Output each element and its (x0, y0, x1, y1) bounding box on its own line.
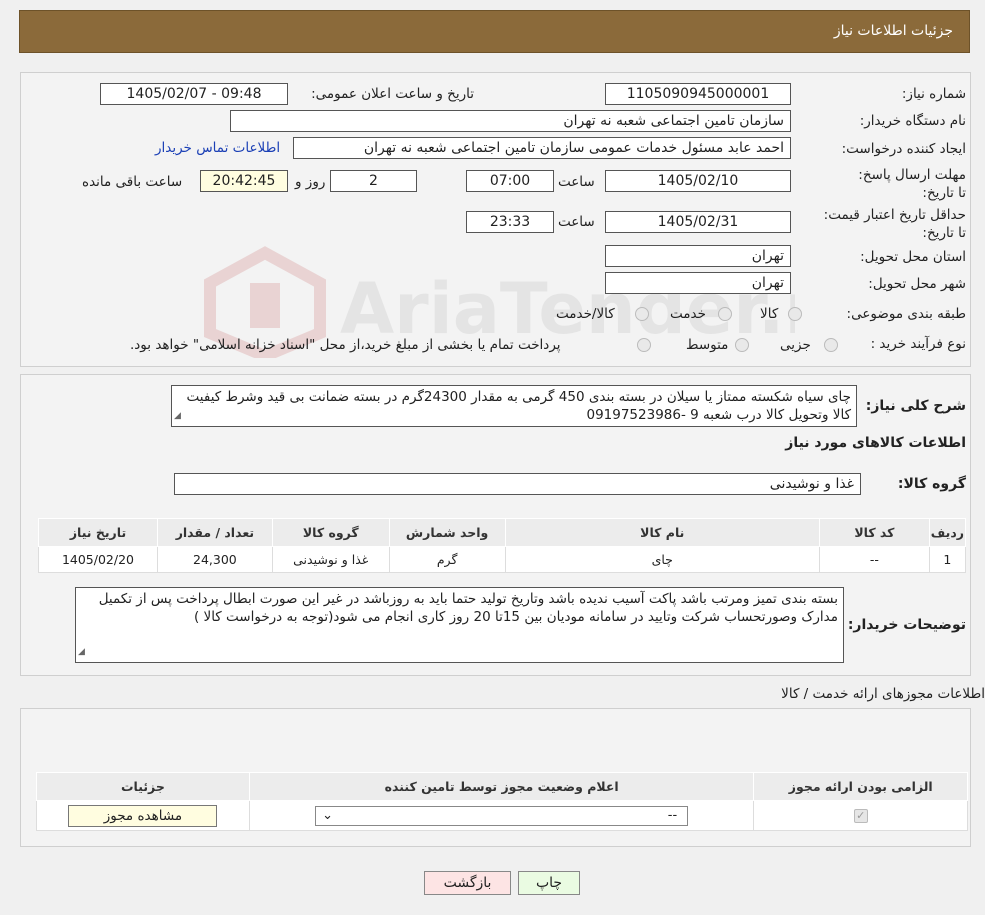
reply-days-label: روز و (295, 174, 326, 190)
cell-permit-details: مشاهده مجوز (36, 800, 250, 831)
description-textarea[interactable]: چای سیاه شکسته ممتاز یا سیلان در بسته بن… (171, 385, 857, 427)
cell-group: غذا و نوشیدنی (271, 546, 390, 573)
city-field: تهران (605, 272, 791, 294)
col-row: ردیف (928, 518, 967, 547)
goods-group-field: غذا و نوشیدنی (174, 473, 861, 495)
city-label: شهر محل تحویل: (868, 276, 966, 292)
buyer-org-label: نام دستگاه خریدار: (859, 113, 966, 129)
province-label: استان محل تحویل: (860, 249, 966, 265)
price-validity-date: 1405/02/31 (605, 211, 791, 233)
page-header: جزئیات اطلاعات نیاز (19, 10, 970, 53)
resize-grip-icon[interactable]: ◢ (78, 643, 85, 661)
reply-deadline-time: 07:00 (466, 170, 554, 192)
purchase-minor-label: جزیی (780, 337, 811, 353)
goods-group-label: گروه کالا: (897, 476, 966, 492)
announce-label: تاریخ و ساعت اعلان عمومی: (311, 86, 474, 102)
cell-row: 1 (928, 546, 967, 573)
need-number-field: 1105090945000001 (605, 83, 791, 105)
col-permit-details: جزئیات (36, 772, 250, 801)
description-text: چای سیاه شکسته ممتاز یا سیلان در بسته بن… (186, 389, 851, 423)
purchase-treasury-radio[interactable] (637, 338, 651, 352)
goods-table: ردیف کد کالا نام کالا واحد شمارش گروه کا… (38, 518, 967, 573)
goods-section-title: اطلاعات کالاهای مورد نیاز (785, 435, 966, 451)
reply-deadline-label: مهلت ارسال پاسخ: تا تاریخ: (858, 167, 966, 201)
goods-table-header: ردیف کد کالا نام کالا واحد شمارش گروه کا… (38, 518, 967, 547)
reply-time-label: ساعت (558, 174, 595, 190)
need-number-label: شماره نیاز: (901, 86, 966, 102)
table-row: 1 -- چای گرم غذا و نوشیدنی 24,300 1405/0… (38, 546, 967, 573)
price-validity-time-label: ساعت (558, 214, 595, 230)
view-permit-button[interactable]: مشاهده مجوز (68, 804, 218, 827)
price-validity-label: حداقل تاریخ اعتبار قیمت: تا تاریخ: (823, 207, 966, 241)
permit-required-checkbox[interactable]: ✓ (853, 809, 868, 824)
purchase-minor-radio[interactable] (824, 338, 838, 352)
back-button[interactable]: بازگشت (424, 871, 511, 895)
reply-days-field: 2 (330, 170, 417, 192)
purchase-medium-radio[interactable] (735, 338, 749, 352)
reply-deadline-date: 1405/02/10 (605, 170, 791, 192)
category-label: طبقه بندی موضوعی: (846, 306, 966, 322)
buyer-notes-text: بسته بندی تمیز ومرتب باشد پاکت آسیب ندید… (98, 591, 838, 625)
category-goods-label: کالا (760, 306, 779, 322)
category-service-radio[interactable] (718, 307, 732, 321)
province-field: تهران (605, 245, 791, 267)
buyer-contact-link[interactable]: اطلاعات تماس خریدار (155, 140, 280, 156)
cell-qty: 24,300 (156, 546, 273, 573)
buyer-org-field: سازمان تامین اجتماعی شعبه نه تهران (230, 110, 791, 132)
table-row: ✓ ⌄ -- مشاهده مجوز (36, 800, 968, 831)
permits-title: اطلاعات مجوزهای ارائه خدمت / کالا (781, 686, 985, 702)
remaining-time-field: 20:42:45 (200, 170, 288, 192)
col-permit-required: الزامی بودن ارائه مجوز (753, 772, 968, 801)
requester-field: احمد عابد مسئول خدمات عمومی سازمان تامین… (293, 137, 791, 159)
print-button[interactable]: چاپ (518, 871, 580, 895)
cell-date: 1405/02/20 (38, 546, 158, 573)
purchase-type-label: نوع فرآیند خرید : (870, 336, 966, 352)
chevron-down-icon: ⌄ (322, 807, 334, 823)
cell-name: چای (504, 546, 820, 573)
col-name: نام کالا (504, 518, 820, 547)
col-date: تاریخ نیاز (38, 518, 158, 547)
buyer-notes-textarea[interactable]: بسته بندی تمیز ومرتب باشد پاکت آسیب ندید… (75, 587, 844, 663)
resize-grip-icon[interactable]: ◢ (174, 407, 181, 425)
col-qty: تعداد / مقدار (156, 518, 273, 547)
cell-unit: گرم (388, 546, 506, 573)
col-code: کد کالا (818, 518, 930, 547)
permit-status-value: -- (667, 807, 678, 823)
purchase-treasury-note: پرداخت تمام یا بخشی از مبلغ خرید،از محل … (130, 337, 561, 353)
col-permit-status: اعلام وضعیت مجوز توسط تامین کننده (248, 772, 755, 801)
requester-label: ایجاد کننده درخواست: (841, 141, 966, 157)
price-validity-time: 23:33 (466, 211, 554, 233)
category-goods-radio[interactable] (788, 307, 802, 321)
purchase-medium-label: متوسط (686, 337, 729, 353)
cell-permit-status: ⌄ -- (248, 800, 755, 831)
cell-permit-required: ✓ (753, 800, 968, 831)
col-group: گروه کالا (271, 518, 390, 547)
col-unit: واحد شمارش (388, 518, 506, 547)
description-label: شرح کلی نیاز: (865, 398, 966, 414)
category-service-label: خدمت (670, 306, 706, 322)
permits-table: الزامی بودن ارائه مجوز اعلام وضعیت مجوز … (36, 772, 968, 831)
category-both-label: کالا/خدمت (556, 306, 615, 322)
permit-status-select[interactable]: ⌄ -- (315, 805, 689, 826)
category-both-radio[interactable] (635, 307, 649, 321)
remaining-time-label: ساعت باقی مانده (82, 174, 183, 190)
buyer-notes-label: توضیحات خریدار: (847, 617, 966, 633)
cell-code: -- (818, 546, 930, 573)
page-title: جزئیات اطلاعات نیاز (833, 23, 953, 39)
permits-table-header: الزامی بودن ارائه مجوز اعلام وضعیت مجوز … (36, 772, 968, 801)
announce-field: 1405/02/07 - 09:48 (100, 83, 288, 105)
